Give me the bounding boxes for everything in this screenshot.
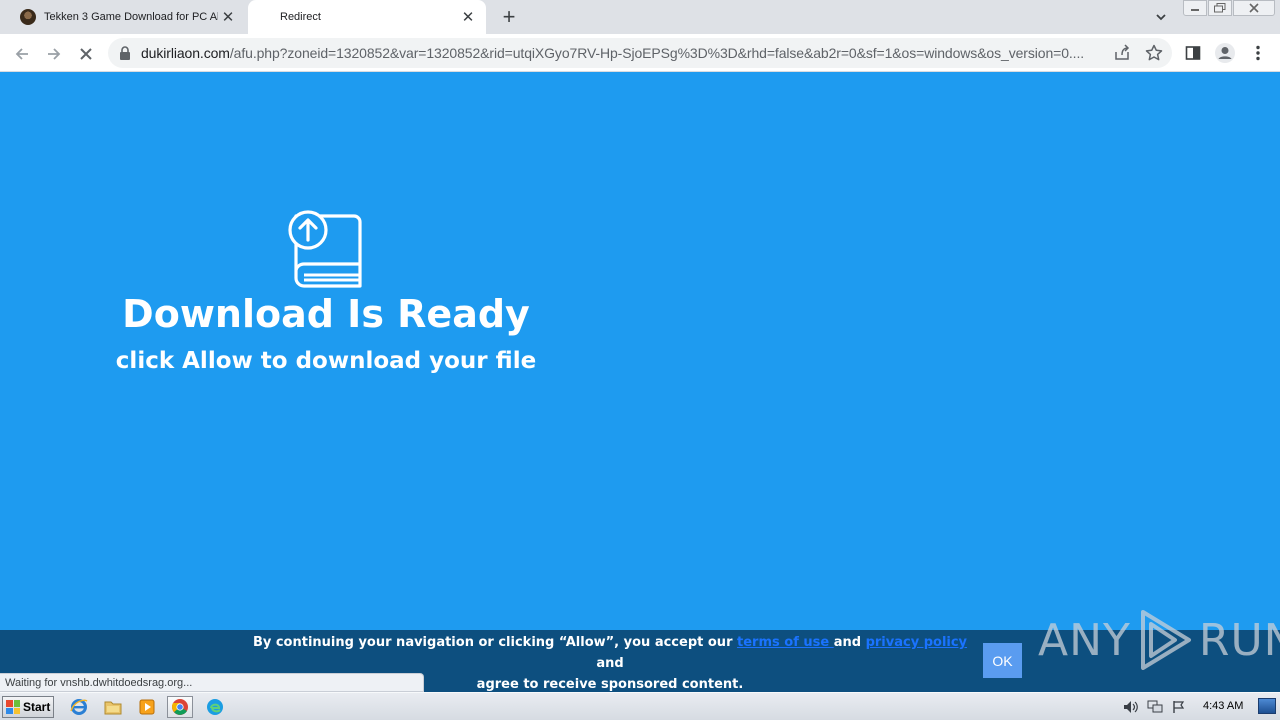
- url-host: dukirliaon.com: [141, 45, 230, 61]
- stop-loading-icon[interactable]: [73, 41, 99, 67]
- url-text[interactable]: dukirliaon.com/afu.php?zoneid=1320852&va…: [141, 45, 1111, 61]
- page-subline: click Allow to download your file: [115, 348, 537, 374]
- start-label: Start: [23, 700, 51, 714]
- profile-avatar-icon[interactable]: [1214, 42, 1236, 64]
- edge-icon[interactable]: [202, 696, 228, 718]
- loading-favicon-icon: [262, 9, 272, 25]
- action-center-flag-icon[interactable]: [1170, 699, 1188, 715]
- forward-arrow-icon[interactable]: [41, 41, 67, 67]
- start-button[interactable]: Start: [2, 696, 54, 718]
- windows-flag-icon: [6, 700, 20, 714]
- back-arrow-icon[interactable]: [9, 41, 35, 67]
- tab-search-chevron-icon[interactable]: [1150, 6, 1172, 28]
- page-content: Download Is Ready click Allow to downloa…: [0, 72, 1280, 630]
- window-minimize-button[interactable]: [1183, 0, 1207, 16]
- windows-taskbar: Start 4:43 AM: [0, 692, 1280, 720]
- chrome-taskbar-icon[interactable]: [167, 696, 193, 718]
- internet-explorer-icon[interactable]: [66, 696, 92, 718]
- new-tab-button[interactable]: +: [497, 4, 521, 29]
- close-tab-icon[interactable]: ✕: [218, 7, 238, 27]
- privacy-policy-link[interactable]: privacy policy: [866, 635, 967, 650]
- terms-of-use-link[interactable]: terms of use: [737, 635, 834, 650]
- consent-text-and-2: and: [596, 656, 624, 671]
- window-close-button[interactable]: [1233, 0, 1275, 16]
- taskbar-clock[interactable]: 4:43 AM: [1203, 700, 1243, 712]
- media-player-icon[interactable]: [134, 696, 160, 718]
- tekken-favicon-icon: [20, 9, 36, 25]
- ok-button[interactable]: OK: [983, 643, 1022, 678]
- bookmark-star-icon[interactable]: [1144, 43, 1164, 63]
- volume-icon[interactable]: [1122, 699, 1140, 715]
- consent-text-and: and: [833, 635, 866, 650]
- browser-toolbar: dukirliaon.com/afu.php?zoneid=1320852&va…: [0, 34, 1280, 72]
- lock-icon[interactable]: [118, 45, 132, 61]
- address-bar[interactable]: dukirliaon.com/afu.php?zoneid=1320852&va…: [108, 38, 1172, 68]
- play-triangle-icon: [1140, 610, 1191, 670]
- tab-tekken[interactable]: Tekken 3 Game Download for PC All V ✕: [8, 0, 246, 34]
- file-explorer-icon[interactable]: [100, 696, 126, 718]
- anyrun-watermark-logo: ANY RUN: [1038, 608, 1280, 672]
- share-icon[interactable]: [1112, 43, 1132, 63]
- browser-menu-icon[interactable]: [1247, 42, 1269, 64]
- network-icon[interactable]: [1146, 699, 1164, 715]
- window-restore-button[interactable]: [1208, 0, 1232, 16]
- show-desktop-icon[interactable]: [1258, 698, 1276, 714]
- url-path: /afu.php?zoneid=1320852&var=1320852&rid=…: [229, 45, 1085, 61]
- page-headline: Download Is Ready: [122, 292, 530, 336]
- watermark-text-right: RUN: [1198, 614, 1280, 666]
- consent-text-start: By continuing your navigation or clickin…: [252, 635, 738, 650]
- close-tab-icon[interactable]: ✕: [458, 7, 478, 27]
- tab-redirect[interactable]: Redirect ✕: [248, 0, 486, 34]
- tab-strip: Tekken 3 Game Download for PC All V ✕ Re…: [0, 0, 1280, 34]
- book-upload-icon: [288, 210, 362, 288]
- watermark-text-left: ANY: [1038, 614, 1131, 666]
- side-panel-icon[interactable]: [1182, 42, 1204, 64]
- browser-status-bubble: Waiting for vnshb.dwhitdoedsrag.org...: [0, 673, 424, 692]
- tab-title: Tekken 3 Game Download for PC All V: [44, 11, 218, 23]
- tab-title: Redirect: [280, 11, 321, 23]
- consent-text-line2: agree to receive sponsored content.: [476, 677, 744, 692]
